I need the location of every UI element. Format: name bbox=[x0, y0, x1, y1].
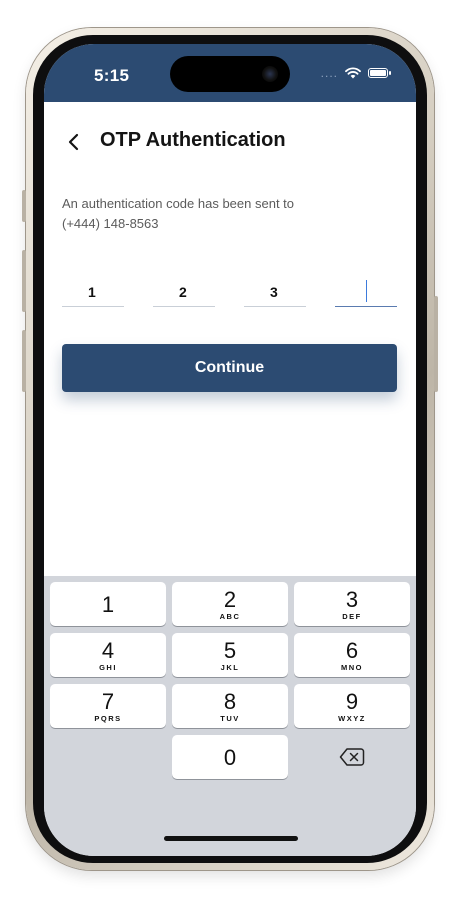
key-letters: PQRS bbox=[94, 714, 122, 723]
backspace-icon bbox=[339, 748, 365, 766]
numeric-keypad: 1 2 ABC 3 DEF 4 GHI 5 JKL 6 MNO 7 PQRS 8… bbox=[44, 576, 416, 856]
status-bar: 5:15 .... bbox=[44, 44, 416, 102]
key-5[interactable]: 5 JKL bbox=[172, 633, 288, 677]
key-number: 7 bbox=[101, 689, 115, 714]
volume-down-button bbox=[22, 330, 26, 392]
key-number: 0 bbox=[223, 745, 237, 770]
battery-icon bbox=[368, 68, 391, 78]
chevron-left-icon bbox=[68, 133, 79, 151]
delete-key[interactable] bbox=[294, 735, 410, 779]
key-2[interactable]: 2 ABC bbox=[172, 582, 288, 626]
key-7[interactable]: 7 PQRS bbox=[50, 684, 166, 728]
otp-digit-value: 1 bbox=[88, 284, 96, 300]
camera-icon bbox=[262, 66, 278, 82]
key-letters: ABC bbox=[219, 612, 241, 621]
otp-digit-field[interactable]: 2 bbox=[153, 282, 215, 307]
text-cursor bbox=[366, 280, 367, 302]
mute-switch bbox=[22, 190, 26, 222]
home-indicator[interactable] bbox=[164, 836, 298, 841]
key-letters: WXYZ bbox=[338, 714, 366, 723]
volume-up-button bbox=[22, 250, 26, 312]
key-number: 6 bbox=[345, 638, 359, 663]
key-letters: TUV bbox=[220, 714, 240, 723]
otp-digit-value: 2 bbox=[179, 284, 187, 300]
key-0[interactable]: 0 bbox=[172, 735, 288, 779]
key-letters: DEF bbox=[342, 612, 362, 621]
key-letters: MNO bbox=[341, 663, 363, 672]
key-6[interactable]: 6 MNO bbox=[294, 633, 410, 677]
key-4[interactable]: 4 GHI bbox=[50, 633, 166, 677]
key-3[interactable]: 3 DEF bbox=[294, 582, 410, 626]
continue-button[interactable]: Continue bbox=[62, 344, 397, 392]
signal-icon: .... bbox=[320, 66, 338, 80]
otp-digit-field[interactable]: 3 bbox=[244, 282, 306, 307]
power-button bbox=[434, 296, 438, 392]
wifi-icon bbox=[345, 67, 361, 79]
otp-digit-field[interactable]: 1 bbox=[62, 282, 124, 307]
key-number: 2 bbox=[223, 587, 237, 612]
phone-number: (+444) 148-8563 bbox=[62, 216, 159, 231]
page-header: OTP Authentication bbox=[44, 126, 416, 158]
otp-digit-value: 3 bbox=[270, 284, 278, 300]
key-9[interactable]: 9 WXYZ bbox=[294, 684, 410, 728]
status-time: 5:15 bbox=[94, 66, 130, 85]
key-number: 9 bbox=[345, 689, 359, 714]
back-button[interactable] bbox=[64, 128, 88, 156]
key-number: 1 bbox=[101, 592, 115, 617]
otp-message: An authentication code has been sent to … bbox=[62, 194, 362, 234]
key-letters: JKL bbox=[220, 663, 240, 672]
dynamic-island bbox=[170, 56, 290, 92]
page-title: OTP Authentication bbox=[100, 129, 286, 151]
key-number: 4 bbox=[101, 638, 115, 663]
key-number: 3 bbox=[345, 587, 359, 612]
status-indicators: .... bbox=[320, 66, 391, 80]
key-number: 5 bbox=[223, 638, 237, 663]
key-1[interactable]: 1 bbox=[50, 582, 166, 626]
key-8[interactable]: 8 TUV bbox=[172, 684, 288, 728]
screen: 5:15 .... OTP Authentication An authenti… bbox=[44, 44, 416, 856]
otp-input-group: 1 2 3 bbox=[62, 280, 398, 308]
otp-digit-field-active[interactable] bbox=[335, 280, 397, 307]
key-letters: GHI bbox=[99, 663, 117, 672]
key-number: 8 bbox=[223, 689, 237, 714]
otp-message-line: An authentication code has been sent to bbox=[62, 196, 295, 211]
